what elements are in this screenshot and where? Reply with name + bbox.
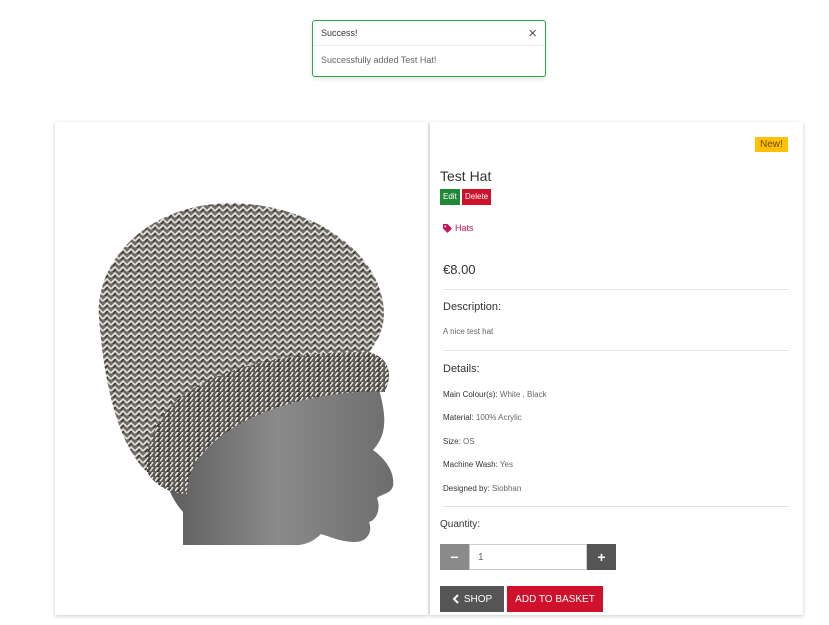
decrement-button[interactable]: −	[440, 544, 469, 570]
divider	[443, 506, 789, 507]
close-icon[interactable]: ×	[528, 26, 537, 41]
add-to-basket-button[interactable]: ADD TO BASKET	[507, 586, 603, 612]
product-title: Test Hat	[440, 168, 492, 184]
toast-header: Success! ×	[313, 21, 545, 46]
toast-title: Success!	[321, 28, 358, 38]
detail-label: Material:	[443, 413, 474, 422]
success-toast: Success! × Successfully added Test Hat!	[312, 20, 546, 77]
description-text: A nice test hat	[443, 327, 494, 336]
detail-label: Size:	[443, 437, 461, 446]
toast-message: Successfully added Test Hat!	[321, 55, 437, 65]
quantity-label: Quantity:	[440, 519, 481, 530]
chevron-left-icon	[452, 594, 459, 604]
detail-label: Machine Wash:	[443, 460, 498, 469]
category-link[interactable]: Hats	[443, 223, 474, 233]
shop-label: SHOP	[463, 593, 493, 605]
detail-designer: Designed by: Siobhan	[443, 484, 521, 493]
quantity-input[interactable]	[469, 544, 587, 570]
product-details-card: New! Test Hat Edit Delete Hats €8.00 Des…	[430, 122, 803, 615]
increment-button[interactable]: +	[587, 544, 616, 570]
detail-material: Material: 100% Acrylic	[443, 413, 522, 422]
tag-icon	[443, 223, 452, 233]
detail-main-colour: Main Colour(s): White , Black	[443, 390, 547, 399]
category-label: Hats	[455, 223, 474, 233]
detail-value: OS	[463, 437, 475, 446]
product-image	[98, 203, 394, 546]
new-badge: New!	[755, 137, 788, 152]
detail-value: Siobhan	[491, 484, 522, 493]
divider	[443, 350, 789, 351]
detail-size: Size: OS	[443, 437, 475, 446]
shop-button[interactable]: SHOP	[440, 586, 504, 612]
detail-machine-wash: Machine Wash: Yes	[443, 460, 513, 469]
description-heading: Description:	[443, 301, 502, 313]
product-price: €8.00	[443, 262, 476, 277]
detail-label: Designed by:	[443, 484, 490, 493]
detail-value: Yes	[499, 460, 513, 469]
product-image-card	[55, 122, 428, 615]
delete-button[interactable]: Delete	[462, 189, 492, 205]
detail-value: White , Black	[499, 390, 547, 399]
detail-value: 100% Acrylic	[475, 413, 522, 422]
detail-label: Main Colour(s):	[443, 390, 498, 399]
quantity-stepper: − +	[440, 544, 616, 570]
divider	[443, 289, 789, 290]
details-heading: Details:	[443, 363, 480, 375]
edit-button[interactable]: Edit	[440, 189, 460, 205]
